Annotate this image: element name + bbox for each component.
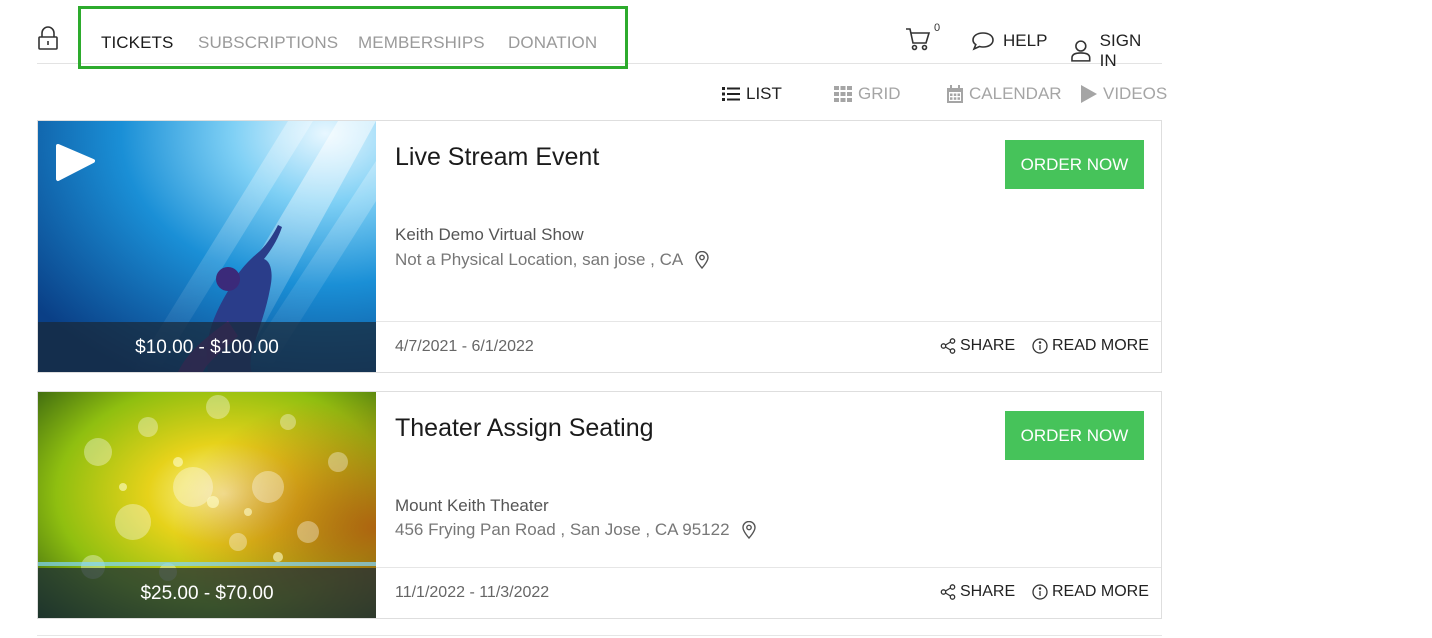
location-pin-icon[interactable] <box>695 251 709 269</box>
view-grid[interactable]: GRID <box>834 84 901 104</box>
tab-subscriptions[interactable]: SUBSCRIPTIONS <box>198 33 338 53</box>
view-videos[interactable]: VIDEOS <box>1081 84 1167 104</box>
price-range: $10.00 - $100.00 <box>38 322 376 372</box>
event-card: $25.00 - $70.00 Theater Assign Seating M… <box>37 391 1162 619</box>
cart-icon <box>906 28 931 51</box>
event-title[interactable]: Live Stream Event <box>395 143 599 172</box>
share-label: SHARE <box>960 337 1016 354</box>
view-grid-label: GRID <box>858 84 901 103</box>
view-list[interactable]: LIST <box>722 84 782 104</box>
tab-memberships[interactable]: MEMBERSHIPS <box>358 33 485 53</box>
chat-bubble-icon <box>972 32 994 51</box>
order-now-button[interactable]: ORDER NOW <box>1005 140 1144 189</box>
price-range: $25.00 - $70.00 <box>38 568 376 618</box>
share-icon <box>940 338 956 354</box>
read-more-label: READ MORE <box>1052 337 1149 354</box>
view-list-label: LIST <box>746 84 782 103</box>
tab-donation[interactable]: DONATION <box>508 33 597 53</box>
event-address: Not a Physical Location, san jose , CA <box>395 250 709 270</box>
grid-icon <box>834 86 852 102</box>
card-footer: 11/1/2022 - 11/3/2022 SHARE READ MORE <box>376 567 1161 618</box>
location-pin-icon[interactable] <box>741 521 756 539</box>
event-address-text: 456 Frying Pan Road , San Jose , CA 9512… <box>395 520 730 539</box>
info-icon <box>1032 584 1048 600</box>
event-address-text: Not a Physical Location, san jose , CA <box>395 250 684 269</box>
order-now-button[interactable]: ORDER NOW <box>1005 411 1144 460</box>
lock-icon[interactable] <box>37 26 59 50</box>
event-image[interactable]: $10.00 - $100.00 <box>38 121 376 372</box>
sign-in-label: SIGN IN <box>1099 31 1142 70</box>
event-venue: Keith Demo Virtual Show <box>395 225 584 244</box>
tab-tickets[interactable]: TICKETS <box>101 33 174 53</box>
share-button[interactable]: SHARE <box>940 583 1015 601</box>
card-footer: 4/7/2021 - 6/1/2022 SHARE READ MORE <box>376 321 1161 372</box>
calendar-icon <box>947 85 963 103</box>
event-venue: Mount Keith Theater <box>395 496 549 515</box>
event-card: $10.00 - $100.00 Live Stream Event Keith… <box>37 120 1162 373</box>
read-more-button[interactable]: READ MORE <box>1032 583 1149 601</box>
top-navigation: TICKETS SUBSCRIPTIONS MEMBERSHIPS DONATI… <box>37 0 1162 70</box>
user-icon <box>1071 40 1091 62</box>
share-icon <box>940 584 956 600</box>
view-calendar-label: CALENDAR <box>969 84 1062 103</box>
event-dates: 4/7/2021 - 6/1/2022 <box>395 338 534 355</box>
list-icon <box>722 87 740 101</box>
info-icon <box>1032 338 1048 354</box>
sign-in-button[interactable]: SIGN IN <box>1070 31 1162 71</box>
read-more-label: READ MORE <box>1052 583 1149 600</box>
event-image[interactable]: $25.00 - $70.00 <box>38 392 376 618</box>
cart-count: 0 <box>934 22 941 34</box>
share-button[interactable]: SHARE <box>940 337 1015 355</box>
help-label: HELP <box>1003 31 1048 50</box>
view-calendar[interactable]: CALENDAR <box>947 84 1062 104</box>
event-title[interactable]: Theater Assign Seating <box>395 414 654 443</box>
read-more-button[interactable]: READ MORE <box>1032 337 1149 355</box>
event-address: 456 Frying Pan Road , San Jose , CA 9512… <box>395 520 756 540</box>
view-videos-label: VIDEOS <box>1103 84 1168 103</box>
share-label: SHARE <box>960 583 1016 600</box>
help-button[interactable]: HELP <box>971 31 1047 51</box>
play-icon <box>1081 85 1097 103</box>
event-dates: 11/1/2022 - 11/3/2022 <box>395 584 550 601</box>
